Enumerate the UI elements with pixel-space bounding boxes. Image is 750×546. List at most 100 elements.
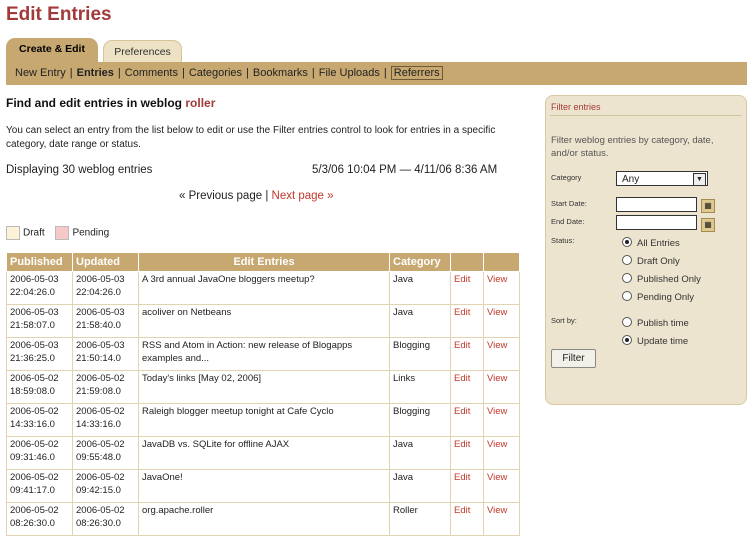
start-date-input[interactable] [616,197,697,212]
updated-date: 2006-05-02 [76,439,125,450]
view-link[interactable]: View [483,502,520,536]
status-option-label: Pending Only [637,292,695,303]
tab-preferences[interactable]: Preferences [103,40,182,63]
status-legend: Draft Pending [6,226,109,240]
header-updated[interactable]: Updated [72,252,139,272]
published-time: 21:36:25.0 [10,353,55,364]
draft-label: Draft [23,227,45,239]
category-select[interactable]: Any ▼ [616,171,708,186]
pager-separator: | [265,190,269,202]
updated-cell: 2006-05-03 21:50:14.0 [72,337,139,371]
updated-date: 2006-05-03 [76,274,125,285]
published-cell: 2006-05-02 14:33:16.0 [6,403,73,437]
table-row: 2006-05-03 21:36:25.0 2006-05-03 21:50:14.0… [6,337,520,371]
published-cell: 2006-05-02 18:59:08.0 [6,370,73,404]
entry-category: Roller [389,502,451,536]
sort-option-label: Publish time [637,318,689,329]
table-row: 2006-05-02 09:41:17.0 2006-05-02 09:42:15.0… [6,469,520,503]
published-date: 2006-05-02 [10,505,59,516]
tab-create-edit[interactable]: Create & Edit [6,38,98,64]
edit-link[interactable]: Edit [450,271,484,305]
sort-update-radio[interactable]: Update time [622,335,688,347]
weblog-name: roller [185,96,216,110]
subnav-comments[interactable]: Comments [125,67,178,79]
status-all-radio[interactable]: All Entries [622,237,680,249]
header-edit-col [450,252,484,272]
published-date: 2006-05-02 [10,472,59,483]
header-view-col [483,252,520,272]
subnav-entries[interactable]: Entries [77,67,114,79]
edit-link[interactable]: Edit [450,403,484,437]
subnav-file-uploads[interactable]: File Uploads [319,67,380,79]
subnav-categories[interactable]: Categories [189,67,242,79]
view-link[interactable]: View [483,469,520,503]
header-category[interactable]: Category [389,252,451,272]
entry-title: JavaOne! [138,469,390,503]
section-title-text: Find and edit entries in weblog [6,96,183,110]
subnav-separator: | [246,67,249,79]
view-link[interactable]: View [483,370,520,404]
edit-link[interactable]: Edit [450,304,484,338]
intro-text: You can select an entry from the list be… [6,125,496,150]
subnav-referrers[interactable]: Referrers [390,66,443,80]
subnav-separator: | [311,67,315,79]
entry-category: Links [389,370,451,404]
entry-title: Today's links [May 02, 2006] [138,370,390,404]
previous-page-link[interactable]: « Previous page [179,190,262,202]
category-label: Category [551,173,582,182]
end-date-input[interactable] [616,215,697,230]
edit-link[interactable]: Edit [450,469,484,503]
next-page-link[interactable]: Next page » [272,190,334,202]
view-link[interactable]: View [483,403,520,437]
header-published[interactable]: Published [6,252,73,272]
updated-time: 21:59:08.0 [76,386,121,397]
radio-selected-icon [622,237,632,248]
subnav-separator: | [383,67,387,79]
view-link[interactable]: View [483,337,520,371]
updated-time: 14:33:16.0 [76,419,121,430]
subnav-bookmarks[interactable]: Bookmarks [253,67,308,79]
updated-date: 2006-05-02 [76,472,125,483]
filter-button[interactable]: Filter [551,349,596,368]
published-cell: 2006-05-03 22:04:26.0 [6,271,73,305]
edit-link[interactable]: Edit [450,370,484,404]
draft-swatch [6,226,20,240]
start-date-label: Start Date: [551,199,587,208]
end-date-label: End Date: [551,217,585,226]
filter-panel: Filter entries Filter weblog entries by … [545,95,747,405]
subnav-new-entry[interactable]: New Entry [15,67,66,79]
radio-icon [622,291,632,302]
updated-time: 21:50:14.0 [76,353,121,364]
entry-category: Blogging [389,337,451,371]
updated-cell: 2006-05-02 14:33:16.0 [72,403,139,437]
edit-link[interactable]: Edit [450,337,484,371]
updated-time: 08:26:30.0 [76,518,121,529]
filter-divider [550,115,742,116]
published-cell: 2006-05-03 21:36:25.0 [6,337,73,371]
sub-navigation: New Entry | Entries | Comments | Categories | Bo… [6,62,747,85]
entry-category: Java [389,271,451,305]
sort-publish-radio[interactable]: Publish time [622,317,689,329]
published-time: 09:41:17.0 [10,485,55,496]
subnav-separator: | [117,67,121,79]
updated-time: 21:58:40.0 [76,320,121,331]
chevron-down-icon[interactable]: ▼ [693,173,706,186]
pending-label: Pending [72,227,110,239]
status-draft-radio[interactable]: Draft Only [622,255,680,267]
view-link[interactable]: View [483,271,520,305]
calendar-icon[interactable]: ▦ [701,199,715,213]
view-link[interactable]: View [483,436,520,470]
edit-link[interactable]: Edit [450,436,484,470]
subnav-separator: | [69,67,73,79]
entry-title: Raleigh blogger meetup tonight at Cafe C… [138,403,390,437]
page-title: Edit Entries [6,4,112,25]
view-link[interactable]: View [483,304,520,338]
filter-title: Filter entries [551,102,601,112]
radio-icon [622,255,632,266]
status-label: Status: [551,236,575,245]
updated-cell: 2006-05-03 22:04:26.0 [72,271,139,305]
status-pending-radio[interactable]: Pending Only [622,291,695,303]
calendar-icon[interactable]: ▦ [701,218,715,232]
status-published-radio[interactable]: Published Only [622,273,701,285]
edit-link[interactable]: Edit [450,502,484,536]
